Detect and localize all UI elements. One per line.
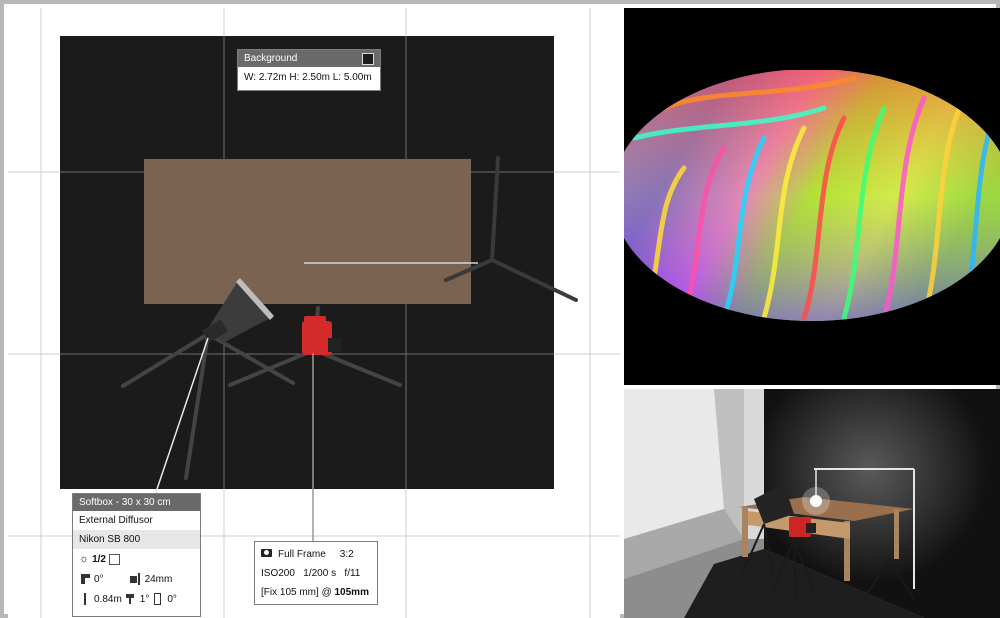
camera-preview[interactable] (624, 8, 1000, 385)
pan-icon (152, 593, 164, 605)
flash-model-label[interactable]: Nikon SB 800 (73, 530, 200, 549)
shutter-value[interactable]: 1/200 s (303, 568, 336, 579)
power-value[interactable]: 1/2 (92, 554, 106, 565)
tilt-value[interactable]: 0° (94, 574, 104, 585)
sensor-row: Full Frame 3:2 (261, 545, 371, 564)
lens-value[interactable]: [Fix 105 mm] @ (261, 587, 335, 598)
rotation-icon (125, 593, 137, 605)
rotation-value[interactable]: 1° (140, 594, 150, 605)
sensor-value[interactable]: Full Frame (278, 549, 326, 560)
height-value[interactable]: 0.84m (94, 594, 122, 605)
zoom-icon (129, 573, 142, 585)
height-rotation-row: 0.84m 1° 0° (73, 589, 200, 609)
camera-icon (261, 549, 272, 558)
background-dimensions: W: 2.72m H: 2.50m L: 5.00m (244, 72, 372, 83)
perspective-view[interactable] (624, 389, 1000, 618)
zoom-value[interactable]: 24mm (145, 574, 173, 585)
lens-row: [Fix 105 mm] @ 105mm (261, 583, 371, 602)
power-icon: ☼ (79, 553, 90, 565)
power-checkbox[interactable] (109, 553, 120, 565)
light-info-panel[interactable]: Softbox - 30 x 30 cm External Diffusor N… (72, 493, 201, 617)
preview-image (624, 8, 1000, 385)
camera-info-panel[interactable]: Full Frame 3:2 ISO200 1/200 s f/11 [Fix 1… (254, 541, 378, 605)
plan-view[interactable]: Background W: 2.72m H: 2.50m L: 5.00m So… (8, 8, 620, 618)
background-panel-title: Background (238, 50, 380, 67)
iso-value[interactable]: ISO200 (261, 568, 295, 579)
light-panel-title: Softbox - 30 x 30 cm (73, 494, 200, 511)
app-frame: Background W: 2.72m H: 2.50m L: 5.00m So… (0, 0, 1000, 618)
aperture-value[interactable]: f/11 (344, 568, 360, 579)
power-row: ☼ 1/2 (73, 549, 200, 569)
tilt-icon (79, 573, 91, 585)
perspective-scene (624, 389, 1000, 618)
background-info-panel[interactable]: Background W: 2.72m H: 2.50m L: 5.00m (237, 49, 381, 91)
pan-value[interactable]: 0° (167, 594, 177, 605)
exposure-row: ISO200 1/200 s f/11 (261, 564, 371, 583)
height-icon (79, 593, 91, 605)
background-color-swatch[interactable] (362, 53, 374, 65)
ratio-value[interactable]: 3:2 (340, 549, 354, 560)
table[interactable] (144, 159, 471, 304)
modifier-label[interactable]: External Diffusor (73, 511, 200, 530)
tilt-zoom-row: 0° 24mm (73, 569, 200, 589)
focal-length-value[interactable]: 105mm (335, 587, 369, 598)
